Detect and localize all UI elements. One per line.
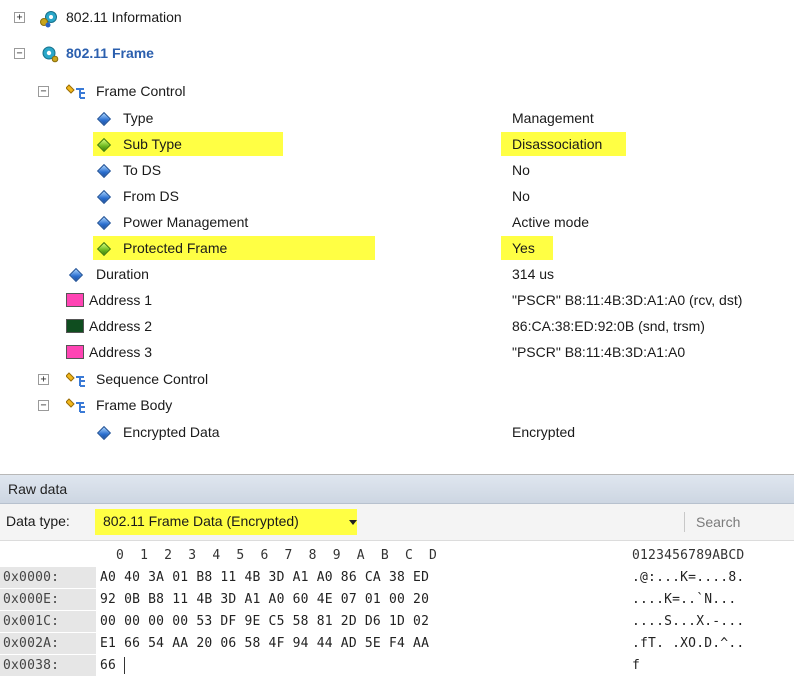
structure-icon xyxy=(66,398,85,413)
field-name: To DS xyxy=(123,162,162,178)
hex-column-header: 0 1 2 3 4 5 6 7 8 9 A B C D xyxy=(116,548,438,563)
field-name: Encrypted Data xyxy=(123,424,220,440)
expand-icon[interactable]: + xyxy=(14,12,25,23)
field-name: Type xyxy=(123,110,154,126)
field-name: From DS xyxy=(123,188,179,204)
text-cursor xyxy=(124,657,125,674)
hex-row-ascii: .fT. .XO.D.^.. xyxy=(632,636,745,651)
field-row-address-3[interactable]: Address 3 "PSCR" B8:11:4B:3D:A1:A0 xyxy=(0,339,794,365)
hex-row-offset: 0x002A: xyxy=(0,633,96,654)
field-row-to-ds[interactable]: To DS No xyxy=(0,157,794,183)
collapse-icon[interactable]: − xyxy=(38,400,49,411)
tree-node-802-11-frame[interactable]: − 802.11 Frame xyxy=(0,40,794,66)
data-type-value: 802.11 Frame Data (Encrypted) xyxy=(103,513,299,529)
field-value: "PSCR" B8:11:4B:3D:A1:A0 (rcv, dst) xyxy=(512,292,743,308)
hex-row-ascii: .@:...K=....8. xyxy=(632,570,745,585)
address-color-swatch xyxy=(66,293,84,307)
hex-row-offset: 0x000E: xyxy=(0,589,96,610)
field-name: Duration xyxy=(96,266,149,282)
field-row-power-management[interactable]: Power Management Active mode xyxy=(0,209,794,235)
field-name: Address 1 xyxy=(89,292,153,308)
hex-row-offset: 0x0038: xyxy=(0,655,96,676)
hex-row-bytes: 92 0B B8 11 4B 3D A1 A0 60 4E 07 01 00 2… xyxy=(100,592,430,607)
hex-row-bytes: E1 66 54 AA 20 06 58 4F 94 44 AD 5E F4 A… xyxy=(100,636,430,651)
field-row-address-1[interactable]: Address 1 "PSCR" B8:11:4B:3D:A1:A0 (rcv,… xyxy=(0,287,794,313)
field-diamond-icon xyxy=(96,215,112,231)
structure-icon xyxy=(66,84,85,99)
raw-data-panel: Raw data Data type: 802.11 Frame Data (E… xyxy=(0,474,794,691)
field-diamond-icon xyxy=(96,189,112,205)
hex-row-offset: 0x0000: xyxy=(0,567,96,588)
field-value: Active mode xyxy=(512,214,590,230)
address-color-swatch xyxy=(66,319,84,333)
expand-icon[interactable]: + xyxy=(38,374,49,385)
hex-row-ascii: ....K=..`N... xyxy=(632,592,745,607)
field-diamond-icon xyxy=(96,241,112,257)
ascii-column-header: 0123456789ABCD xyxy=(632,548,745,563)
hex-row-ascii: f xyxy=(632,658,641,673)
hex-row-bytes: 66 xyxy=(100,658,117,673)
tree-node-label: Frame Body xyxy=(96,397,173,413)
tree-node-sequence-control[interactable]: + Sequence Control xyxy=(0,366,794,392)
tree-node-802-11-information[interactable]: + 802.11 Information xyxy=(0,4,794,30)
field-value: "PSCR" B8:11:4B:3D:A1:A0 xyxy=(512,344,686,360)
search-input[interactable]: Search xyxy=(688,509,794,535)
field-diamond-icon xyxy=(68,267,84,283)
structure-icon xyxy=(66,372,85,387)
field-name: Sub Type xyxy=(123,136,182,152)
search-placeholder: Search xyxy=(696,514,741,530)
field-value: Disassociation xyxy=(512,136,603,152)
field-value: No xyxy=(512,162,530,178)
toolbar-separator xyxy=(684,512,685,532)
hex-row-offset: 0x001C: xyxy=(0,611,96,632)
field-row-protected-frame[interactable]: Protected Frame Yes xyxy=(0,235,794,261)
address-color-swatch xyxy=(66,345,84,359)
hex-row-bytes: A0 40 3A 01 B8 11 4B 3D A1 A0 86 CA 38 E… xyxy=(100,570,430,585)
field-value: 86:CA:38:ED:92:0B (snd, trsm) xyxy=(512,318,705,334)
field-value: Yes xyxy=(512,240,535,256)
field-value: Encrypted xyxy=(512,424,576,440)
chevron-down-icon[interactable] xyxy=(348,519,358,527)
field-name: Address 2 xyxy=(89,318,153,334)
hex-view[interactable]: 0 1 2 3 4 5 6 7 8 9 A B C D 0123456789AB… xyxy=(0,541,794,691)
field-row-duration[interactable]: Duration 314 us xyxy=(0,261,794,287)
field-value: 314 us xyxy=(512,266,555,282)
field-value: Management xyxy=(512,110,594,126)
field-diamond-icon xyxy=(96,425,112,441)
field-value: No xyxy=(512,188,530,204)
network-gear-icon xyxy=(42,46,59,63)
field-row-from-ds[interactable]: From DS No xyxy=(0,183,794,209)
field-diamond-icon xyxy=(96,163,112,179)
hex-row-bytes: 00 00 00 00 53 DF 9E C5 58 81 2D D6 1D 0… xyxy=(100,614,430,629)
tree-node-frame-control[interactable]: − Frame Control xyxy=(0,78,794,104)
collapse-icon[interactable]: − xyxy=(14,48,25,59)
tree-node-label: Frame Control xyxy=(96,83,186,99)
raw-data-toolbar: Data type: 802.11 Frame Data (Encrypted)… xyxy=(0,504,794,541)
field-row-address-2[interactable]: Address 2 86:CA:38:ED:92:0B (snd, trsm) xyxy=(0,313,794,339)
field-row-sub-type[interactable]: Sub Type Disassociation xyxy=(0,131,794,157)
raw-data-header: Raw data xyxy=(0,475,794,504)
raw-data-title: Raw data xyxy=(8,481,68,497)
tree-node-label: 802.11 Frame xyxy=(66,45,154,61)
tree-node-label: 802.11 Information xyxy=(66,9,182,25)
data-type-label: Data type: xyxy=(6,513,70,529)
field-name: Address 3 xyxy=(89,344,153,360)
field-row-type[interactable]: Type Management xyxy=(0,105,794,131)
hex-row-ascii: ....S...X.-... xyxy=(632,614,745,629)
collapse-icon[interactable]: − xyxy=(38,86,49,97)
field-diamond-icon xyxy=(96,137,112,153)
field-name: Protected Frame xyxy=(123,240,228,256)
field-name: Power Management xyxy=(123,214,249,230)
data-type-select[interactable]: 802.11 Frame Data (Encrypted) xyxy=(95,509,357,535)
tree-node-label: Sequence Control xyxy=(96,371,209,387)
tree-node-frame-body[interactable]: − Frame Body xyxy=(0,392,794,418)
network-gear-icon xyxy=(40,11,57,28)
field-row-encrypted-data[interactable]: Encrypted Data Encrypted xyxy=(0,419,794,445)
field-diamond-icon xyxy=(96,111,112,127)
